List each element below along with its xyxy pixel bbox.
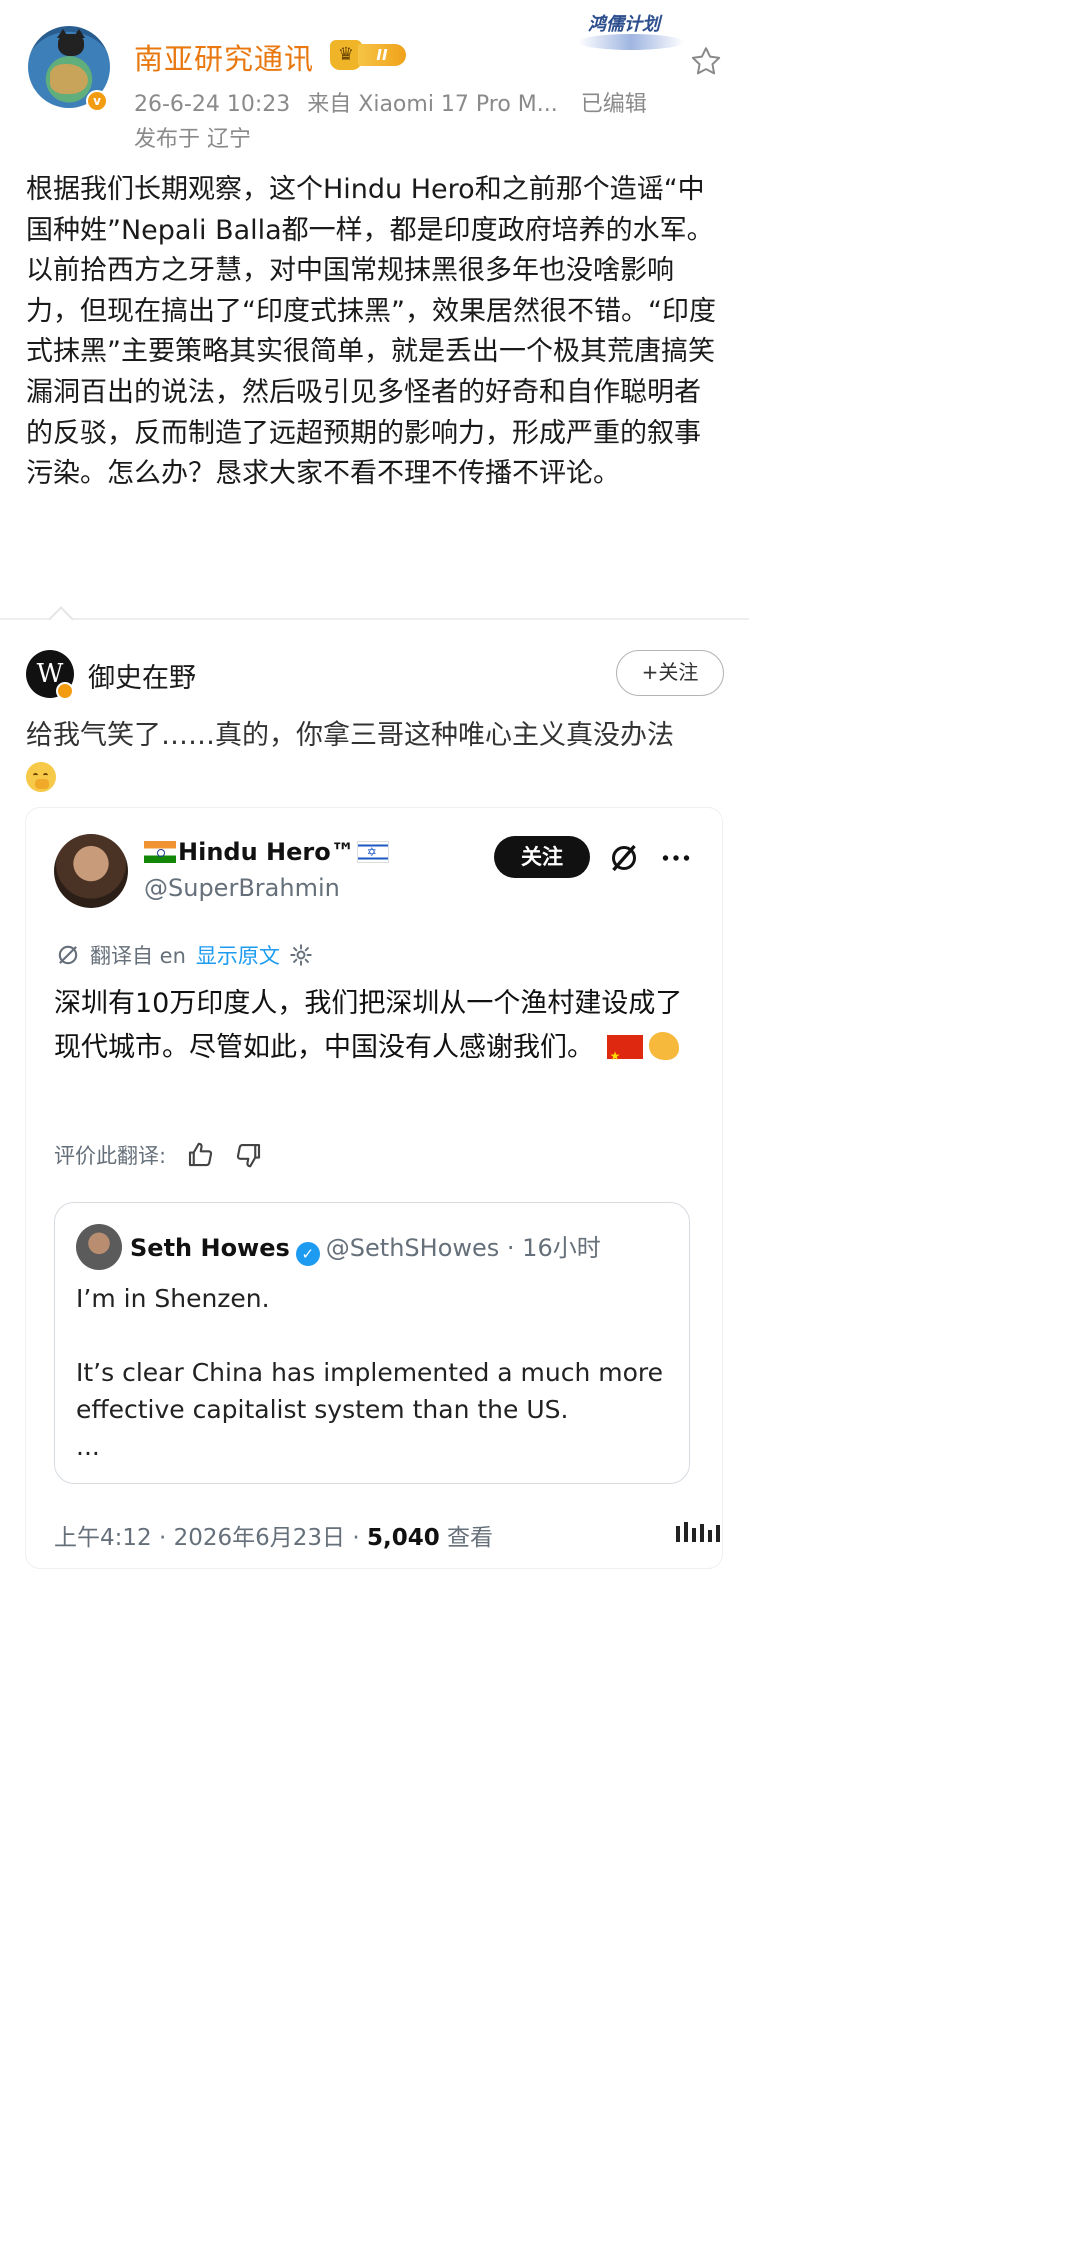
quoted-author-handle-time: @SethSHowes · 16小时 bbox=[325, 1234, 601, 1262]
quoted-tweet-line: I’m in Shenzen. bbox=[76, 1284, 270, 1313]
comment-text: 给我气笑了……真的，你拿三哥这种唯心主义真没办法 bbox=[26, 720, 674, 751]
post-meta: 26-6-24 10:23 来自 Xiaomi 17 Pro M... 已编辑 bbox=[134, 86, 647, 118]
level-label: II bbox=[358, 44, 406, 66]
commenter-verified-badge bbox=[56, 682, 74, 700]
divider bbox=[0, 618, 749, 620]
quoted-tweet-header: Seth Howes ✓ @SethSHowes · 16小时 bbox=[130, 1228, 601, 1266]
level-badge[interactable]: ♛ II bbox=[330, 40, 408, 70]
translation-bar: 翻译自 en 显示原文 bbox=[54, 940, 314, 972]
laughing-emoji-icon bbox=[26, 762, 56, 792]
post-body: 根据我们长期观察，这个Hindu Hero和之前那个造谣“中国种姓”Nepali… bbox=[26, 174, 716, 490]
tweet-views-label: 查看 bbox=[447, 1525, 494, 1551]
israel-flag-icon bbox=[356, 841, 389, 863]
thumbs-up-icon[interactable] bbox=[185, 1140, 215, 1170]
quoted-tweet-text: I’m in Shenzen. It’s clear China has imp… bbox=[76, 1280, 676, 1465]
quoted-author-name[interactable]: Seth Howes bbox=[130, 1234, 290, 1262]
star-icon[interactable] bbox=[688, 44, 724, 80]
divider-notch bbox=[48, 606, 74, 632]
commenter-name[interactable]: 御史在野 bbox=[88, 656, 196, 695]
avatar-cat-shape bbox=[58, 34, 84, 56]
tweet-author-name[interactable]: Hindu Hero™ bbox=[144, 838, 389, 866]
tweet-text: 深圳有10万印度人，我们把深圳从一个渔村建设成了现代城市。尽管如此，中国没有人感… bbox=[54, 982, 704, 1078]
emoji-hand-shape bbox=[35, 779, 49, 789]
tweet-text-body: 深圳有10万印度人，我们把深圳从一个渔村建设成了现代城市。尽管如此，中国没有人感… bbox=[54, 988, 683, 1063]
tweet-footer: 上午4:12 · 2026年6月23日 · 5,040 查看 bbox=[54, 1518, 493, 1552]
china-flag-icon bbox=[606, 1034, 643, 1078]
quoted-author-avatar[interactable] bbox=[76, 1224, 122, 1270]
avatar-map-shape bbox=[50, 64, 88, 94]
tweet-author-handle: @SuperBrahmin bbox=[144, 874, 340, 902]
post-header: v 南亚研究通讯 ♛ II 26-6-24 10:23 来自 Xiaomi 17… bbox=[0, 0, 749, 160]
brand-watermark: 鸿儒计划 bbox=[578, 10, 684, 50]
post-timestamp: 26-6-24 10:23 bbox=[134, 92, 291, 117]
tweet-views-count: 5,040 bbox=[366, 1525, 440, 1551]
gear-icon[interactable] bbox=[288, 942, 314, 968]
follow-button[interactable]: +关注 bbox=[616, 650, 724, 696]
india-flag-icon bbox=[144, 841, 176, 863]
rate-translation-label: 评价此翻译: bbox=[54, 1144, 167, 1168]
tweet-timestamp: 上午4:12 · 2026年6月23日 · bbox=[54, 1525, 367, 1551]
post-location: 发布于 辽宁 bbox=[134, 127, 251, 152]
tweet-author-avatar[interactable] bbox=[54, 834, 128, 908]
rate-translation-row: 评价此翻译: bbox=[54, 1140, 264, 1170]
translated-from-label: 翻译自 en bbox=[90, 944, 186, 968]
verified-badge: v bbox=[86, 90, 108, 112]
translate-icon bbox=[58, 945, 78, 965]
quoted-tweet-line: It’s clear China has implemented a much … bbox=[76, 1358, 664, 1424]
post-edited-label[interactable]: 已编辑 bbox=[581, 92, 647, 117]
tweet-follow-button[interactable]: 关注 bbox=[494, 836, 590, 878]
watermark-bars-icon bbox=[676, 1522, 720, 1542]
post-source: 来自 Xiaomi 17 Pro M... bbox=[307, 92, 558, 117]
more-dots-icon[interactable] bbox=[658, 840, 694, 876]
clapping-hands-icon bbox=[648, 1032, 679, 1060]
account-name[interactable]: 南亚研究通讯 bbox=[134, 36, 314, 78]
verified-check-icon: ✓ bbox=[295, 1242, 320, 1266]
thumbs-down-icon[interactable] bbox=[234, 1140, 264, 1170]
brand-watermark-text: 鸿儒计划 bbox=[588, 14, 660, 35]
grok-icon[interactable] bbox=[606, 840, 642, 876]
brand-wave-shape bbox=[578, 34, 684, 50]
tweet-author-display-name: Hindu Hero™ bbox=[178, 838, 355, 866]
quoted-tweet-ellipsis: ... bbox=[76, 1432, 100, 1461]
show-original-link[interactable]: 显示原文 bbox=[196, 940, 280, 970]
